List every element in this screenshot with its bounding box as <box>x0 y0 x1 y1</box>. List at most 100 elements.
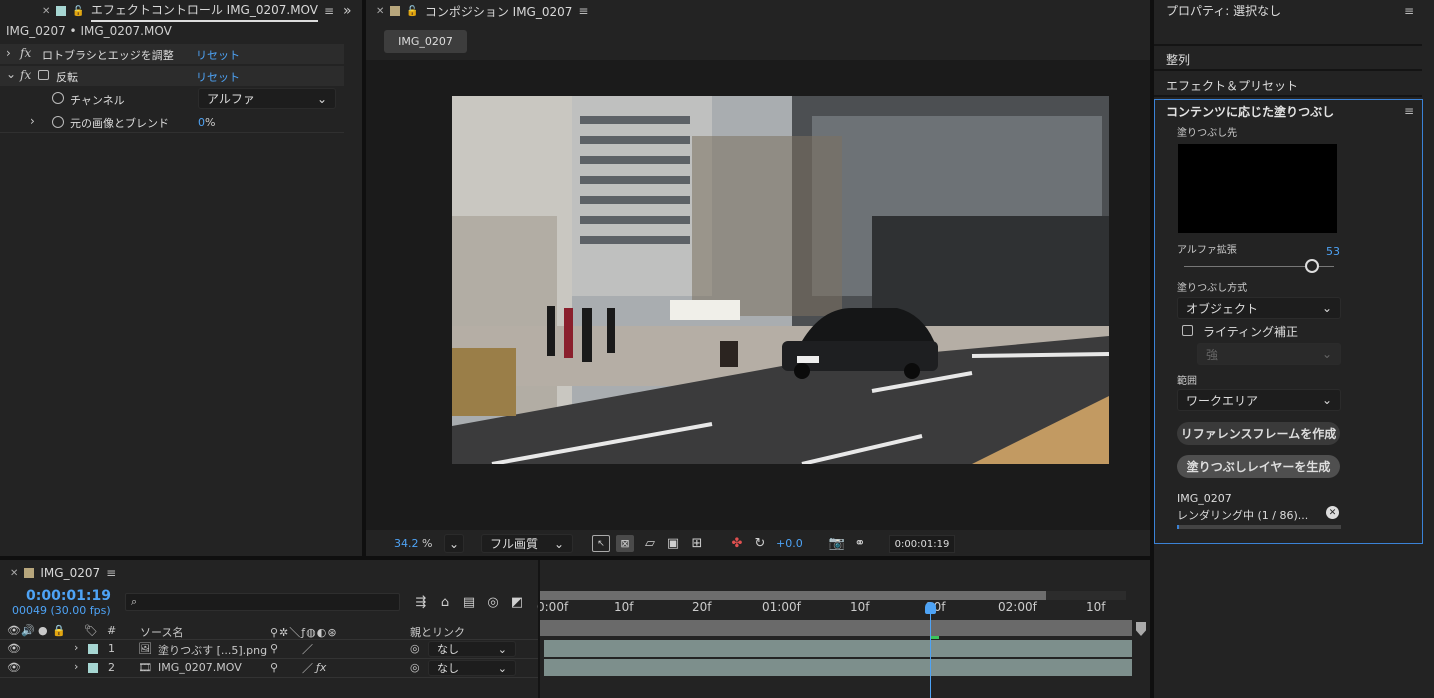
audio-icon[interactable]: 🔊 <box>21 624 35 637</box>
align-panel-tab[interactable]: 整列 <box>1166 51 1190 68</box>
region-of-interest-icon[interactable]: ↖ <box>592 535 610 552</box>
effect-controls-tab[interactable]: エフェクトコントロール IMG_0207.MOV <box>90 1 319 22</box>
parent-dropdown[interactable]: なし ⌄ <box>428 660 516 676</box>
slider-knob[interactable] <box>1304 259 1319 273</box>
fx-switch-icon[interactable]: ƒx <box>316 661 326 674</box>
col-source-name[interactable]: ソース名 <box>140 624 183 640</box>
blend-number[interactable]: 0 <box>198 116 205 129</box>
viewer-timecode[interactable]: 0:00:01:19 <box>889 535 955 553</box>
cancel-render-icon[interactable]: ✕ <box>1326 506 1339 519</box>
chevron-down-icon[interactable]: ⌄ <box>6 67 16 81</box>
effect-row-rotobrush[interactable]: › fx ロトブラシとエッジを調整 リセット <box>0 44 344 64</box>
lock-icon[interactable]: 🔒 <box>52 624 66 637</box>
alpha-expand-slider[interactable] <box>1184 259 1334 273</box>
timeline-tab[interactable]: IMG_0207 <box>40 566 100 580</box>
chevron-right-icon[interactable]: › <box>6 46 11 60</box>
blend-value[interactable]: 0% <box>198 116 215 129</box>
close-icon[interactable]: ✕ <box>376 6 384 17</box>
solo-icon[interactable]: ● <box>38 624 48 637</box>
shy-layers-icon[interactable]: ⌂ <box>436 594 454 610</box>
generate-fill-layer-button[interactable]: 塗りつぶしレイヤーを生成 <box>1177 455 1340 478</box>
ruler-baseline <box>540 620 1132 636</box>
layer-row[interactable]: 👁 › 2 🎞 IMG_0207.MOV ⚲ ／ ƒx ◎ なし ⌄ <box>0 659 538 678</box>
effect-row-invert[interactable]: ⌄ fx 反転 リセット <box>0 66 344 86</box>
end-marker[interactable] <box>1136 622 1146 636</box>
pickwhip-icon[interactable]: ◎ <box>410 642 420 655</box>
comp-tab-img0207[interactable]: IMG_0207 <box>384 30 467 53</box>
panel-menu-icon[interactable]: ≡ <box>578 4 588 18</box>
playhead[interactable] <box>925 602 936 614</box>
composition-tab[interactable]: コンポジション IMG_0207 <box>425 3 573 20</box>
chevron-right-icon[interactable]: › <box>30 114 35 128</box>
range-dropdown[interactable]: ワークエリア ⌄ <box>1177 389 1341 411</box>
lock-icon[interactable]: 🔓 <box>72 6 84 17</box>
stopwatch-icon[interactable] <box>52 116 64 128</box>
camera-icon[interactable]: 📷 <box>828 535 846 552</box>
fill-method-dropdown[interactable]: オブジェクト ⌄ <box>1177 297 1341 319</box>
reset-exposure-icon[interactable]: ↻ <box>751 535 769 552</box>
timeline-header: ✕ IMG_0207 ≡ <box>0 560 1150 586</box>
graph-editor-icon[interactable]: ◩ <box>508 594 526 610</box>
layer-color-icon[interactable] <box>88 663 98 673</box>
layer-name[interactable]: IMG_0207.MOV <box>158 661 242 674</box>
comp-flowchart-icon[interactable]: ⇶ <box>412 594 430 610</box>
reset-link[interactable]: リセット <box>196 69 240 85</box>
work-area-bar[interactable] <box>540 591 1126 600</box>
fx-icon[interactable]: fx <box>20 68 31 82</box>
quality-switch-icon[interactable]: ／ <box>302 641 313 657</box>
zoom-dropdown[interactable]: ⌄ <box>444 534 464 553</box>
col-parent-link[interactable]: 親とリンク <box>410 624 465 640</box>
layer-name[interactable]: 塗りつぶす [...5].png <box>158 642 267 658</box>
transparency-grid-icon[interactable]: ⊠ <box>616 535 634 552</box>
motion-blur-icon[interactable]: ◎ <box>484 594 502 610</box>
parent-dropdown[interactable]: なし ⌄ <box>428 641 516 657</box>
layer-bar[interactable] <box>544 659 1132 676</box>
chevron-right-icon[interactable]: › <box>74 660 78 673</box>
reset-link[interactable]: リセット <box>196 47 240 63</box>
label-tag-icon[interactable]: 🏷 <box>84 624 98 637</box>
close-icon[interactable]: ✕ <box>42 6 50 17</box>
quality-dropdown[interactable]: フル画質 ⌄ <box>481 534 573 553</box>
pickwhip-icon[interactable]: ◎ <box>410 661 420 674</box>
close-icon[interactable]: ✕ <box>10 568 18 579</box>
eye-icon[interactable]: 👁 <box>7 624 21 637</box>
grid-guides-icon[interactable]: ⊞ <box>688 535 706 552</box>
show-snapshot-icon[interactable]: ⚭ <box>851 535 869 552</box>
layer-row[interactable]: 👁 › 1 🖼 塗りつぶす [...5].png ⚲ ／ ◎ なし ⌄ <box>0 640 538 659</box>
panel-menu-icon[interactable]: ≡ <box>1404 4 1414 18</box>
effects-presets-tab[interactable]: エフェクト＆プリセット <box>1166 77 1298 94</box>
alpha-expand-value[interactable]: 53 <box>1326 245 1340 258</box>
shy-switch-icon[interactable]: ⚲ <box>270 642 278 655</box>
layer-color-icon[interactable] <box>88 644 98 654</box>
current-time[interactable]: 0:00:01:19 <box>26 588 111 604</box>
create-reference-frame-button[interactable]: リファレンスフレームを作成 <box>1177 422 1340 445</box>
color-channels-icon[interactable]: ✤ <box>728 535 746 552</box>
layer-bar[interactable] <box>544 640 1132 657</box>
panel-menu-icon[interactable]: ≡ <box>106 566 116 580</box>
chevron-down-icon: ⌄ <box>1321 347 1332 361</box>
fx-icon[interactable]: fx <box>20 46 31 60</box>
eye-icon[interactable]: 👁 <box>7 661 21 674</box>
panel-overflow-icon[interactable]: » <box>343 3 352 19</box>
lock-icon[interactable]: 🔓 <box>406 6 418 17</box>
fill-target-label: 塗りつぶし先 <box>1177 128 1238 139</box>
exposure-value[interactable]: +0.0 <box>776 537 803 550</box>
shy-switch-icon[interactable]: ⚲ <box>270 661 278 674</box>
time-ruler[interactable]: 0:00f 10f 20f 01:00f 10f 20f 02:00f 10f <box>537 600 1126 620</box>
zoom-value[interactable]: 34.2 % <box>394 537 432 550</box>
chevron-right-icon[interactable]: › <box>74 641 78 654</box>
composition-viewer[interactable] <box>452 96 1109 464</box>
work-area-range[interactable] <box>540 591 1046 600</box>
quality-switch-icon[interactable]: ／ <box>302 660 313 676</box>
frame-blending-icon[interactable]: ▤ <box>460 594 478 610</box>
eye-icon[interactable]: 👁 <box>7 642 21 655</box>
panel-menu-icon[interactable]: ≡ <box>1404 104 1414 118</box>
stopwatch-icon[interactable] <box>52 92 64 104</box>
lighting-checkbox[interactable] <box>1182 325 1193 336</box>
mask-path-icon[interactable]: ▱ <box>641 535 659 552</box>
zoom-number[interactable]: 34.2 <box>394 537 419 550</box>
safe-margins-icon[interactable]: ▣ <box>664 535 682 552</box>
panel-menu-icon[interactable]: ≡ <box>324 4 334 18</box>
layer-search-input[interactable]: ⌕ <box>125 593 400 611</box>
channel-dropdown[interactable]: アルファ ⌄ <box>198 88 336 109</box>
